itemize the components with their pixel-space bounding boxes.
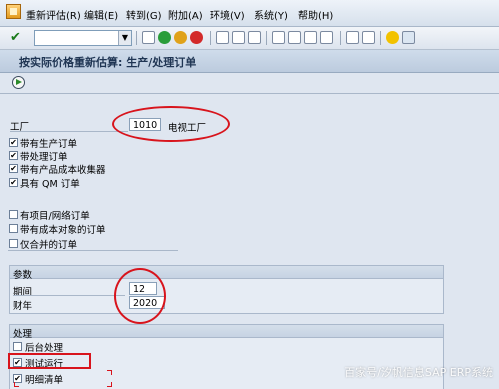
processing-group-title: 处理 (13, 329, 33, 340)
period-label-underline (13, 295, 125, 296)
checkbox-cost-object-orders[interactable] (9, 224, 18, 233)
last-page-icon[interactable] (320, 31, 333, 44)
parameters-group-header: 参数 (10, 266, 443, 281)
fiscal-year-label: 财年 (13, 301, 33, 312)
parameters-group-title: 参数 (13, 270, 33, 281)
next-page-icon[interactable] (304, 31, 317, 44)
checkbox-label: 后台处理 (25, 343, 64, 354)
first-page-icon[interactable] (272, 31, 285, 44)
back-icon[interactable] (158, 31, 171, 44)
menu-system[interactable]: 系统(Y) (254, 7, 288, 22)
checkbox-label: 带有成本对象的订单 (20, 225, 106, 236)
parameters-group: 参数 期间 12 财年 2020 (9, 265, 444, 314)
checkbox-background-processing[interactable] (13, 342, 22, 351)
page-title: 按实际价格重新估算: 生产/处理订单 (19, 56, 197, 69)
checkbox-product-cost-collectors[interactable]: ✔ (9, 164, 18, 173)
checkbox-project-network-orders[interactable] (9, 210, 18, 219)
checkbox-label: 具有 QM 订单 (20, 179, 80, 190)
help-icon[interactable] (386, 31, 399, 44)
watermark-text: 百家号/汐帆信息SAP ERP系统 (344, 366, 493, 379)
menu-revaluate[interactable]: 重新评估(R) (26, 7, 81, 22)
toolbar-divider (136, 31, 137, 45)
find-icon[interactable] (232, 31, 245, 44)
menu-edit[interactable]: 编辑(E) (84, 7, 118, 22)
cancel-icon[interactable] (190, 31, 203, 44)
checkbox-label: 带处理订单 (20, 152, 68, 163)
find-next-icon[interactable] (248, 31, 261, 44)
menu-bar: 重新评估(R) 编辑(E) 转到(G) 附加(A) 环境(V) 系统(Y) 帮助… (0, 0, 499, 27)
section-underline (8, 250, 178, 251)
plant-label-underline (10, 131, 128, 132)
toolbar-divider (0, 93, 499, 94)
checkbox-label: 有项目/网络订单 (20, 211, 90, 222)
toolbar-divider (266, 31, 267, 45)
toolbar-divider (340, 31, 341, 45)
execute-icon[interactable] (12, 76, 25, 89)
print-icon[interactable] (216, 31, 229, 44)
toolbar-divider (210, 31, 211, 45)
checkbox-label: 明细清单 (25, 375, 64, 386)
application-toolbar (0, 73, 499, 93)
new-session-icon[interactable] (346, 31, 359, 44)
menu-help[interactable]: 帮助(H) (298, 7, 333, 22)
command-field[interactable]: ▼ (34, 30, 132, 46)
enter-checkmark-icon[interactable]: ✔ (10, 30, 21, 45)
screen-title-bar: 按实际价格重新估算: 生产/处理订单 (0, 50, 499, 73)
annotation-rect-test-run (8, 353, 91, 369)
exit-icon[interactable] (174, 31, 187, 44)
previous-page-icon[interactable] (288, 31, 301, 44)
annotation-corner-mark (107, 370, 112, 375)
shortcut-icon[interactable] (362, 31, 375, 44)
save-icon[interactable] (142, 31, 155, 44)
toolbar-divider (380, 31, 381, 45)
menu-goto[interactable]: 转到(G) (126, 7, 162, 22)
standard-toolbar: ✔ ▼ (0, 27, 499, 50)
annotation-corner-mark (14, 382, 19, 387)
annotation-corner-mark (107, 382, 112, 387)
menu-extras[interactable]: 附加(A) (168, 7, 203, 22)
checkbox-production-orders[interactable]: ✔ (9, 138, 18, 147)
processing-group-header: 处理 (10, 325, 443, 340)
layout-menu-icon[interactable] (402, 31, 415, 44)
annotation-ellipse-params (114, 268, 166, 324)
checkbox-process-orders[interactable]: ✔ (9, 151, 18, 160)
checkbox-merged-orders-only[interactable] (9, 239, 18, 248)
sap-menu-icon[interactable] (6, 4, 21, 19)
checkbox-label: 带有产品成本收集器 (20, 165, 106, 176)
checkbox-label: 带有生产订单 (20, 139, 78, 150)
chevron-down-icon[interactable]: ▼ (118, 31, 131, 45)
annotation-ellipse-plant (112, 106, 230, 142)
checkbox-label: 仅合并的订单 (20, 240, 78, 251)
menu-environment[interactable]: 环境(V) (210, 7, 245, 22)
checkbox-qm-orders[interactable]: ✔ (9, 178, 18, 187)
